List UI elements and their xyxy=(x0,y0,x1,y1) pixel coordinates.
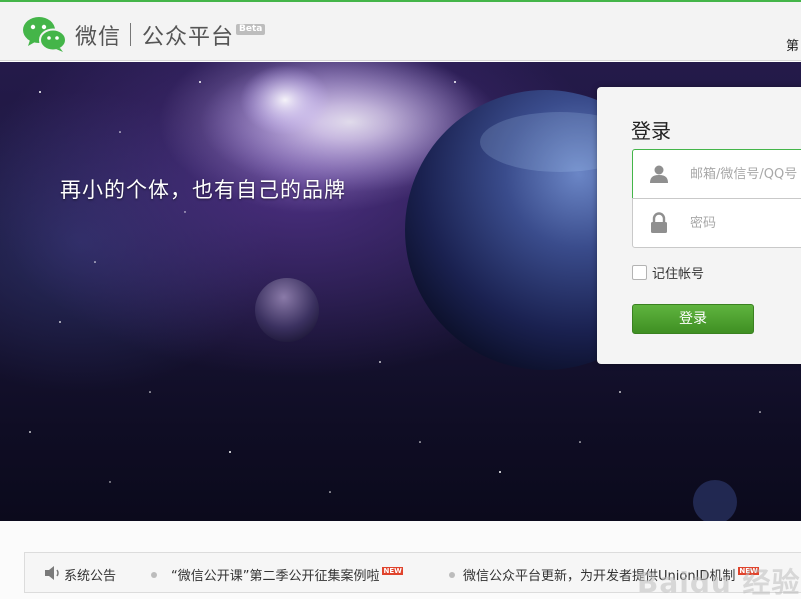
password-input[interactable] xyxy=(690,209,801,237)
login-title: 登录 xyxy=(631,119,671,143)
user-icon xyxy=(633,150,685,198)
bullet-icon xyxy=(449,571,455,578)
speaker-icon xyxy=(45,566,59,580)
baidu-watermark: Baidu 经验 xyxy=(637,566,801,599)
bullet-icon xyxy=(151,571,157,578)
notice-item-text[interactable]: “微信公开课”第二季公开征集案例啦 xyxy=(171,565,379,584)
beta-badge: Beta xyxy=(236,24,266,35)
wechat-logo-icon[interactable] xyxy=(22,15,68,53)
remember-checkbox[interactable] xyxy=(632,265,647,280)
notice-section: 系统公告 “微信公开课”第二季公开征集案例啦 NEW 微信公众平台更新，为开发者… xyxy=(0,521,801,599)
notice-title: 系统公告 xyxy=(64,569,117,584)
notice-bar: 系统公告 “微信公开课”第二季公开征集案例啦 NEW 微信公众平台更新，为开发者… xyxy=(24,552,801,599)
password-field[interactable] xyxy=(632,198,801,248)
logo-divider xyxy=(130,23,131,46)
banner-slogan: 再小的个体，也有自己的品牌 xyxy=(60,178,346,202)
top-header: 微信 公众平台 Beta 第 xyxy=(0,0,801,61)
login-button[interactable]: 登录 xyxy=(632,304,754,334)
remember-label: 记住帐号 xyxy=(652,267,705,282)
username-field[interactable] xyxy=(632,149,801,199)
remember-account[interactable]: 记住帐号 xyxy=(632,263,704,282)
login-panel: 登录 记住帐号 登录 xyxy=(597,87,801,364)
username-input[interactable] xyxy=(690,160,801,188)
logo-platform-text[interactable]: 公众平台 xyxy=(142,19,234,51)
header-right-link[interactable]: 第 xyxy=(786,35,799,54)
new-badge: NEW xyxy=(382,566,403,575)
logo-wechat-text[interactable]: 微信 xyxy=(75,19,121,51)
lock-icon xyxy=(633,199,685,247)
notice-item[interactable]: “微信公开课”第二季公开征集案例啦 NEW xyxy=(151,565,403,584)
